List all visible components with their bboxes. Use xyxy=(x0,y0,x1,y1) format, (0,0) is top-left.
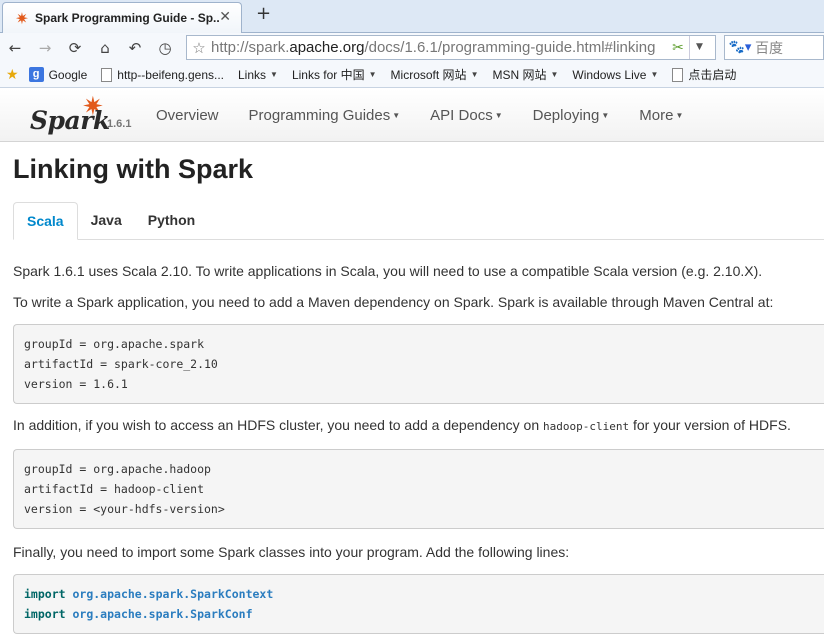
nav-deploying[interactable]: Deploying ▼ xyxy=(518,107,625,124)
site-nav: Overview Programming Guides ▼ API Docs ▼ D… xyxy=(141,89,698,142)
reload-icon[interactable]: ⟳ xyxy=(60,39,90,57)
undo-icon[interactable]: ↶ xyxy=(120,39,150,57)
tab-python[interactable]: Python xyxy=(135,202,208,239)
nav-more[interactable]: More ▼ xyxy=(624,107,698,124)
spark-favicon-icon: ✷ xyxy=(15,8,29,28)
chevron-down-icon: ▼ xyxy=(392,111,401,120)
bookmark-star-icon[interactable]: ☆ xyxy=(187,39,211,57)
language-tabs: Scala Java Python xyxy=(13,202,824,240)
chevron-down-icon: ▼ xyxy=(650,70,659,79)
page-icon xyxy=(101,67,113,82)
back-icon[interactable]: ← xyxy=(0,39,30,57)
bookmark-google[interactable]: g Google xyxy=(28,67,87,82)
chevron-down-icon: ▼ xyxy=(550,70,559,79)
spark-logo[interactable]: ✷ Spark 1.6.1 xyxy=(30,92,140,138)
chevron-down-icon: ▼ xyxy=(601,111,610,120)
bookmark-microsoft[interactable]: Microsoft 网站 ▼ xyxy=(391,66,479,83)
bookmark-links[interactable]: Links ▼ xyxy=(238,68,278,82)
nav-programming-guides[interactable]: Programming Guides ▼ xyxy=(234,107,416,124)
search-box[interactable]: 🐾▾ 百度 xyxy=(724,35,824,60)
forward-icon[interactable]: → xyxy=(30,39,60,57)
google-icon: g xyxy=(28,67,44,82)
site-header: ✷ Spark 1.6.1 Overview Programming Guide… xyxy=(0,89,824,142)
address-bar[interactable]: ☆ http://spark.apache.org/docs/1.6.1/pro… xyxy=(186,35,716,60)
bookmark-beifeng[interactable]: http--beifeng.gens... xyxy=(101,67,224,82)
bookmark-msn[interactable]: MSN 网站 ▼ xyxy=(492,66,558,83)
chevron-down-icon: ▼ xyxy=(675,111,684,120)
imports-paragraph: Finally, you need to import some Spark c… xyxy=(13,544,570,560)
bookmarks-star-icon[interactable]: ★ xyxy=(6,66,19,83)
baidu-paw-icon[interactable]: 🐾▾ xyxy=(725,40,755,55)
bookmark-links-china[interactable]: Links for 中国 ▼ xyxy=(292,66,377,83)
chevron-down-icon: ▼ xyxy=(270,70,278,79)
chevron-down-icon: ▼ xyxy=(368,70,377,79)
history-icon[interactable]: ◷ xyxy=(150,39,180,57)
logo-wordmark: Spark xyxy=(30,106,110,135)
bookmarks-bar: ★ g Google http--beifeng.gens... Links ▼ L… xyxy=(0,62,824,88)
import-code-block: import org.apache.spark.SparkContext imp… xyxy=(13,574,824,634)
search-input[interactable]: 百度 xyxy=(755,38,783,58)
chevron-down-icon: ▼ xyxy=(494,111,503,120)
nav-overview[interactable]: Overview xyxy=(141,107,234,124)
hdfs-paragraph: In addition, if you wish to access an HD… xyxy=(13,417,791,433)
close-tab-icon[interactable]: ✕ xyxy=(219,9,231,25)
address-url[interactable]: http://spark.apache.org/docs/1.6.1/progr… xyxy=(211,39,667,56)
hadoop-client-code: hadoop-client xyxy=(543,420,630,433)
page-title: Linking with Spark xyxy=(13,154,254,184)
page-icon xyxy=(672,67,684,82)
tab-java[interactable]: Java xyxy=(78,202,135,239)
new-tab-button[interactable]: + xyxy=(256,3,271,24)
version-badge: 1.6.1 xyxy=(107,118,132,130)
spark-dependency-code: groupId = org.apache.spark artifactId = … xyxy=(13,324,824,404)
browser-nav-bar: ← → ⟳ ⌂ ↶ ◷ ☆ http://spark.apache.org/do… xyxy=(0,33,824,62)
bookmark-click-start[interactable]: 点击启动 xyxy=(672,66,736,83)
chevron-down-icon: ▼ xyxy=(470,70,479,79)
browser-tab-strip: ✷ Spark Programming Guide - Sp... ✕ + xyxy=(0,0,824,33)
maven-paragraph: To write a Spark application, you need t… xyxy=(13,294,774,310)
compatibility-icon[interactable]: ✂ xyxy=(667,40,689,56)
scala-version-paragraph: Spark 1.6.1 uses Scala 2.10. To write ap… xyxy=(13,263,763,279)
tab-scala[interactable]: Scala xyxy=(13,202,78,240)
browser-tab[interactable]: ✷ Spark Programming Guide - Sp... ✕ xyxy=(2,2,242,33)
address-dropdown-icon[interactable]: ▼ xyxy=(689,36,709,59)
bookmark-windows-live[interactable]: Windows Live ▼ xyxy=(572,68,658,82)
hadoop-dependency-code: groupId = org.apache.hadoop artifactId =… xyxy=(13,449,824,529)
home-icon[interactable]: ⌂ xyxy=(90,39,120,57)
tab-title: Spark Programming Guide - Sp... xyxy=(35,11,220,25)
nav-api-docs[interactable]: API Docs ▼ xyxy=(415,107,517,124)
main-content: Linking with Spark Scala Java Python Spa… xyxy=(13,142,824,634)
